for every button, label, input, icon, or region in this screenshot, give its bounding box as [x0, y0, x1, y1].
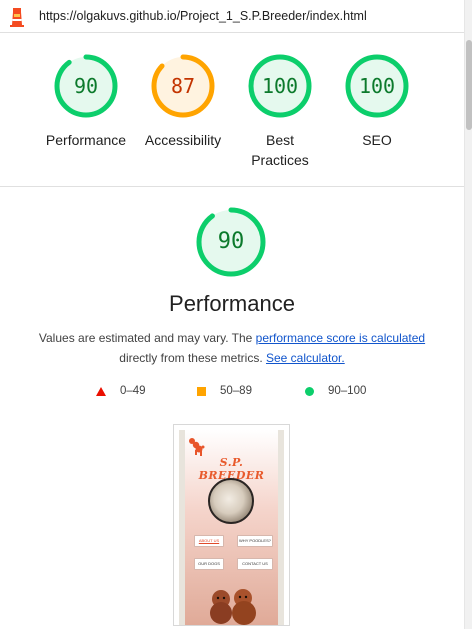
gauge-score: 100 — [358, 74, 396, 98]
page-url[interactable]: https://olgakuvs.github.io/Project_1_S.P… — [39, 9, 367, 23]
gauge-ring: 100 — [344, 53, 410, 119]
gauge-score: 100 — [261, 74, 299, 98]
gauge-seo[interactable]: 100 SEO — [327, 53, 427, 150]
gauge-ring: 100 — [247, 53, 313, 119]
page-screenshot[interactable]: S.P. BREEDER ABOUT US WHY POODLES? OUR D… — [173, 424, 290, 626]
score-legend: 0–49 50–89 90–100 — [0, 385, 464, 401]
score-calculation-link[interactable]: performance score is calculated — [256, 331, 425, 345]
desc-text: directly from these metrics. — [119, 351, 266, 365]
gauge-score: 90 — [73, 74, 99, 98]
desc-text: Values are estimated and may vary. The — [38, 331, 256, 345]
gauge-best-practices[interactable]: 100 Best Practices — [230, 53, 330, 170]
gauge-label: Accessibility — [144, 132, 222, 148]
scores-summary: 90 Performance 87 Accessibility 100 Best… — [0, 33, 464, 187]
poodles-photo — [210, 589, 256, 625]
performance-description: Values are estimated and may vary. The p… — [20, 328, 444, 368]
lighthouse-icon — [10, 8, 24, 27]
gauge-ring: 90 — [53, 53, 119, 119]
gauge-accessibility[interactable]: 87 Accessibility — [133, 53, 233, 150]
triangle-icon — [96, 386, 106, 396]
legend-pass: 90–100 — [305, 385, 366, 397]
thumb-why-button: WHY POODLES? — [237, 535, 273, 547]
see-calculator-link[interactable]: See calculator. — [266, 351, 345, 365]
screenshot-content: S.P. BREEDER ABOUT US WHY POODLES? OUR D… — [185, 430, 278, 625]
legend-fail: 0–49 — [96, 385, 146, 397]
performance-title: Performance — [169, 291, 295, 316]
thumb-contact-button: CONTACT US — [237, 558, 273, 570]
legend-range: 0–49 — [120, 385, 146, 397]
legend-range: 50–89 — [220, 385, 252, 397]
performance-score: 90 — [217, 229, 245, 254]
legend-range: 90–100 — [328, 385, 367, 397]
gauge-ring: 87 — [150, 53, 216, 119]
performance-gauge: 90 — [195, 206, 267, 278]
gauge-label: Best Practices — [251, 132, 309, 168]
scrollbar[interactable] — [464, 0, 472, 629]
poodle-logo-icon — [189, 438, 205, 456]
url-bar: https://olgakuvs.github.io/Project_1_S.P… — [0, 0, 464, 33]
thumb-dogs-button: OUR DOGS — [194, 558, 224, 570]
gauge-label: Performance — [45, 132, 127, 148]
scrollbar-thumb[interactable] — [466, 40, 472, 130]
legend-average: 50–89 — [197, 385, 252, 397]
gauge-performance[interactable]: 90 Performance — [36, 53, 136, 150]
poodle-avatar — [208, 478, 254, 524]
circle-icon — [305, 386, 314, 396]
gauge-score: 87 — [170, 74, 196, 98]
thumb-about-button: ABOUT US — [194, 535, 224, 547]
square-icon — [197, 386, 206, 396]
gauge-label: SEO — [362, 132, 392, 148]
